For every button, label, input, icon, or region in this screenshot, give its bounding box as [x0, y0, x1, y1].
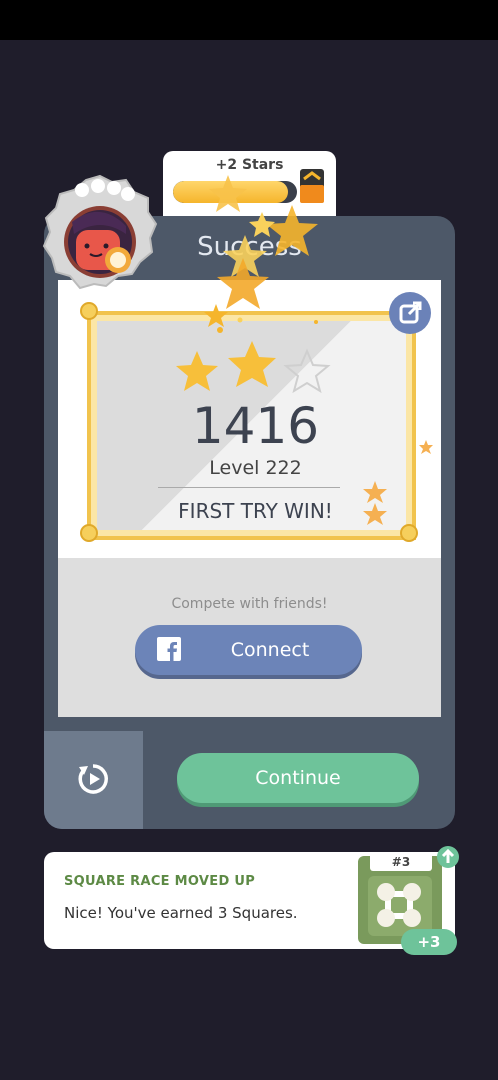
star-1: [176, 351, 218, 391]
race-rank: #3: [370, 853, 432, 871]
score-value: 1416: [191, 397, 320, 455]
frame-corner: [80, 524, 98, 542]
notification-title: SQUARE RACE MOVED UP: [64, 874, 256, 889]
up-arrow-icon: [437, 846, 459, 868]
score-frame: 1416 Level 222 FIRST TRY WIN!: [87, 311, 416, 540]
connect-label: Connect: [230, 639, 310, 661]
share-button[interactable]: [389, 292, 431, 334]
chest-icon: [300, 169, 324, 203]
replay-icon: [78, 764, 108, 794]
bonus-badge: +3: [401, 929, 457, 955]
result-card: Success 1416 Level 222 FIRST TRY WIN! Co…: [44, 216, 455, 829]
continue-label: Continue: [255, 767, 341, 789]
frame-corner: [400, 524, 418, 542]
stars-progress-bar: [173, 181, 297, 203]
facebook-icon: [157, 637, 181, 661]
notification-message: Nice! You've earned 3 Squares.: [64, 904, 298, 922]
earned-stars: [176, 341, 331, 394]
level-label: Level 222: [209, 457, 302, 479]
facebook-connect-button[interactable]: Connect: [135, 625, 362, 675]
frame-corner: [80, 302, 98, 320]
replay-button[interactable]: [44, 731, 143, 829]
status-bar: [0, 0, 498, 40]
compete-text: Compete with friends!: [171, 596, 328, 612]
continue-button[interactable]: Continue: [177, 753, 419, 803]
stars-progress-fill: [173, 181, 289, 203]
star-2: [228, 341, 276, 387]
result-label: FIRST TRY WIN!: [178, 499, 333, 523]
share-icon: [399, 301, 422, 324]
divider: [158, 487, 340, 488]
player-avatar: [42, 174, 158, 290]
star-3: [283, 348, 331, 394]
score-panel: 1416 Level 222 FIRST TRY WIN! Compete wi…: [58, 280, 441, 717]
